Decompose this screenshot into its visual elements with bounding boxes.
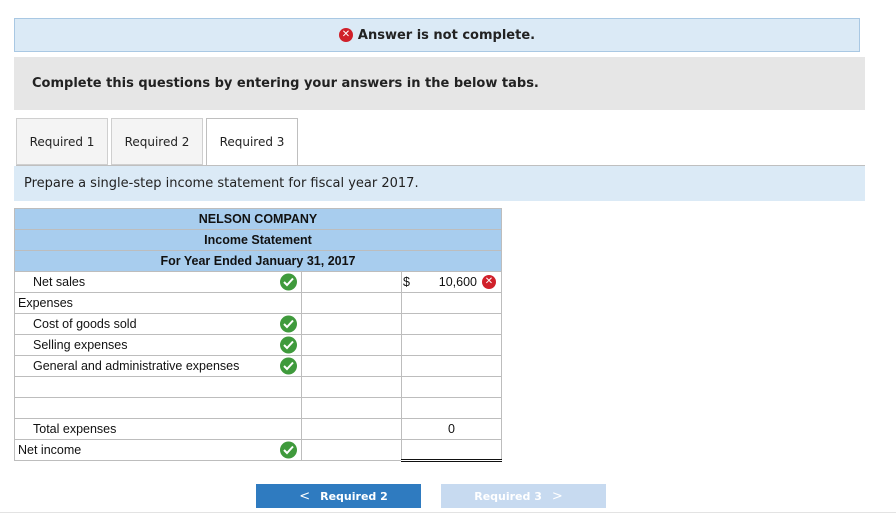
- expenses-amount-input[interactable]: [301, 292, 402, 314]
- cogs-amount-input[interactable]: [301, 313, 402, 335]
- table-row: General and administrative expenses: [14, 355, 502, 377]
- net-sales-total-input[interactable]: $ 10,600 ✕: [401, 271, 502, 293]
- check-icon: [280, 273, 297, 291]
- statement-title: Income Statement: [14, 229, 502, 251]
- blank-total-input[interactable]: [401, 376, 502, 398]
- income-statement-table: NELSON COMPANY Income Statement For Year…: [14, 208, 502, 462]
- check-icon: [280, 357, 297, 375]
- answer-status-text: Answer is not complete.: [357, 27, 536, 43]
- table-row: Total expenses 0: [14, 418, 502, 440]
- selling-label: Selling expenses: [33, 338, 128, 352]
- selling-label-cell[interactable]: Selling expenses: [14, 334, 302, 356]
- blank-total-input[interactable]: [401, 397, 502, 419]
- net-income-amount-input[interactable]: [301, 439, 402, 461]
- total-expenses-value: 0: [448, 422, 455, 436]
- cogs-label: Cost of goods sold: [33, 317, 137, 331]
- blank-amount-input[interactable]: [301, 397, 402, 419]
- company-name: NELSON COMPANY: [14, 208, 502, 230]
- x-circle-icon: ✕: [482, 275, 496, 289]
- net-income-label: Net income: [18, 443, 82, 457]
- question-prompt: Prepare a single-step income statement f…: [14, 166, 865, 201]
- table-row: Net sales $ 10,600 ✕: [14, 271, 502, 293]
- total-expenses-amount-cell: [301, 418, 402, 440]
- x-circle-icon: ✕: [338, 28, 353, 42]
- blank-amount-input[interactable]: [301, 376, 402, 398]
- gen-admin-amount-input[interactable]: [301, 355, 402, 377]
- check-icon: [280, 336, 297, 354]
- table-row: Cost of goods sold: [14, 313, 502, 335]
- gen-admin-label-cell[interactable]: General and administrative expenses: [14, 355, 302, 377]
- table-row: Net income: [14, 439, 502, 462]
- table-row: [14, 397, 502, 419]
- total-expenses-label: Total expenses: [33, 422, 117, 436]
- net-income-label-cell[interactable]: Net income: [14, 439, 302, 461]
- check-icon: [280, 315, 297, 333]
- tab-required-2[interactable]: Required 2: [111, 118, 203, 165]
- net-income-total-input[interactable]: [401, 439, 502, 462]
- instructions-text: Complete this questions by entering your…: [14, 57, 865, 110]
- expenses-label-cell[interactable]: Expenses: [14, 292, 302, 314]
- total-expenses-label-cell: Total expenses: [14, 418, 302, 440]
- answer-status-banner: ✕ Answer is not complete.: [14, 18, 860, 52]
- expenses-label: Expenses: [18, 296, 73, 310]
- statement-period: For Year Ended January 31, 2017: [14, 250, 502, 272]
- selling-amount-input[interactable]: [301, 334, 402, 356]
- net-sales-label: Net sales: [33, 275, 86, 289]
- tab-required-3[interactable]: Required 3: [206, 118, 298, 166]
- table-row: Selling expenses: [14, 334, 502, 356]
- next-required-button[interactable]: Required 3 >: [441, 484, 606, 508]
- table-row: Expenses: [14, 292, 502, 314]
- net-sales-label-cell[interactable]: Net sales: [14, 271, 302, 293]
- chevron-right-icon: >: [551, 488, 563, 504]
- selling-total-input[interactable]: [401, 334, 502, 356]
- gen-admin-label: General and administrative expenses: [33, 359, 240, 373]
- prev-required-button[interactable]: < Required 2: [256, 484, 421, 508]
- tab-required-1[interactable]: Required 1: [16, 118, 108, 165]
- expenses-total-input[interactable]: [401, 292, 502, 314]
- table-row: [14, 376, 502, 398]
- total-expenses-value-cell: 0: [401, 418, 502, 440]
- next-button-label: Required 3: [474, 489, 542, 503]
- chevron-left-icon: <: [299, 488, 311, 504]
- blank-label-input[interactable]: [14, 376, 302, 398]
- check-icon: [280, 441, 297, 459]
- footer-divider: [0, 512, 896, 513]
- prev-button-label: Required 2: [320, 489, 388, 503]
- cogs-label-cell[interactable]: Cost of goods sold: [14, 313, 302, 335]
- currency-symbol: $: [403, 275, 410, 289]
- blank-label-input[interactable]: [14, 397, 302, 419]
- net-sales-value: 10,600: [438, 275, 477, 289]
- cogs-total-input[interactable]: [401, 313, 502, 335]
- gen-admin-total-input[interactable]: [401, 355, 502, 377]
- net-sales-amount-input[interactable]: [301, 271, 402, 293]
